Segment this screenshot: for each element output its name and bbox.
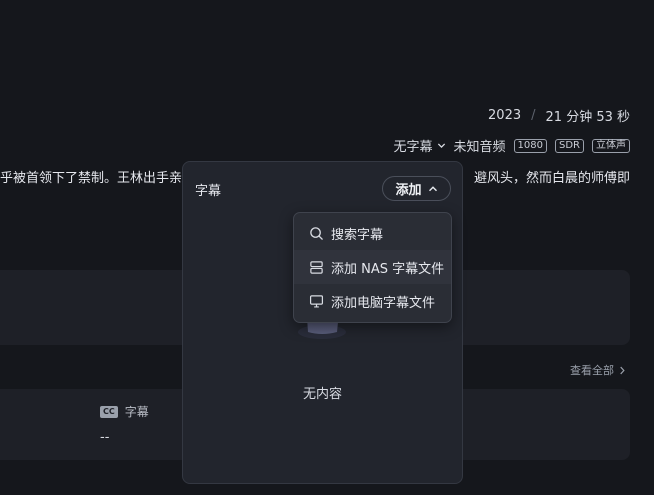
monitor-icon [309, 294, 324, 308]
chevron-up-icon [428, 185, 437, 191]
add-subtitle-menu: 搜索字幕 添加 NAS 字幕文件 添加电脑字幕文件 [293, 212, 452, 323]
menu-item-add-nas-subtitle[interactable]: 添加 NAS 字幕文件 [294, 250, 451, 284]
menu-item-label: 添加电脑字幕文件 [331, 295, 436, 311]
subtitle-card-value: -- [100, 430, 110, 445]
audio-text: 未知音频 [453, 140, 506, 155]
panel-title: 字幕 [195, 184, 222, 199]
separator: / [531, 108, 536, 123]
audio-channel-badge: 立体声 [592, 138, 630, 153]
add-button[interactable]: 添加 [382, 176, 451, 201]
cc-icon: CC [100, 405, 118, 418]
media-tags: 无字幕 未知音频 1080 SDR 立体声 [394, 136, 630, 155]
subtitle-select[interactable]: 无字幕 [394, 136, 446, 155]
subtitle-card-label: 字幕 [124, 405, 149, 419]
search-icon [310, 226, 323, 240]
subtitle-select-label: 无字幕 [393, 140, 433, 155]
duration-text: 21 分钟 53 秒 [545, 110, 630, 125]
menu-item-add-pc-subtitle[interactable]: 添加电脑字幕文件 [294, 284, 451, 318]
server-icon [310, 260, 323, 274]
subtitle-card-header: CC 字幕 [100, 403, 149, 420]
description-left: 乎被首领下了禁制。王林出手亲 [0, 171, 183, 186]
chevron-right-icon [620, 366, 625, 374]
dynamic-range-badge: SDR [555, 138, 584, 153]
see-all-label: 查看全部 [570, 364, 614, 377]
description-right: 避风头，然而白晨的师傅即 [473, 171, 630, 186]
year-text: 2023 [488, 108, 522, 123]
resolution-badge: 1080 [513, 138, 547, 153]
media-meta: 2023 / 21 分钟 53 秒 [488, 106, 630, 125]
see-all-link[interactable]: 查看全部 [570, 362, 626, 378]
empty-state-text: 无内容 [302, 387, 342, 402]
menu-item-search-subtitle[interactable]: 搜索字幕 [294, 216, 451, 250]
add-button-label: 添加 [395, 183, 422, 198]
chevron-down-icon [437, 143, 445, 149]
menu-item-label: 添加 NAS 字幕文件 [331, 261, 445, 277]
menu-item-label: 搜索字幕 [331, 227, 384, 243]
